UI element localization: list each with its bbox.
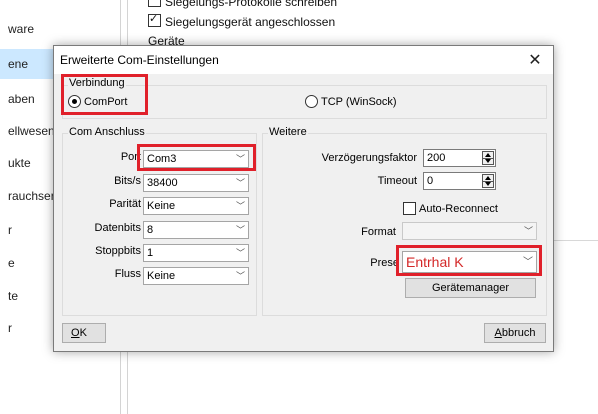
tcp-radio[interactable]: TCP (WinSock) bbox=[305, 95, 397, 108]
auto-reconnect-checkbox[interactable]: Auto-Reconnect bbox=[403, 202, 498, 215]
flow-select[interactable]: Keine ﹀ bbox=[143, 267, 249, 285]
chevron-down-icon: ﹀ bbox=[235, 201, 245, 211]
preset-select[interactable]: Entrhal K ﹀ bbox=[402, 251, 537, 273]
background-checkbox-protocols[interactable]: Siegelungs-Protokolle schreiben bbox=[148, 0, 337, 9]
radio-selected-icon bbox=[68, 95, 81, 108]
baud-select[interactable]: 38400 ﹀ bbox=[143, 174, 249, 192]
chevron-down-icon: ﹀ bbox=[235, 248, 245, 258]
chevron-down-icon: ﹀ bbox=[235, 271, 245, 281]
checkbox-icon bbox=[148, 0, 161, 7]
preset-label: Prese bbox=[370, 257, 399, 269]
sidebar-item[interactable]: ware bbox=[0, 14, 120, 44]
checkbox-checked-icon: ✓ bbox=[148, 13, 161, 27]
background-checkbox-sealer[interactable]: ✓ Siegelungsgerät angeschlossen bbox=[148, 13, 335, 29]
comport-radio[interactable]: ComPort bbox=[68, 95, 127, 108]
device-manager-button[interactable]: Gerätemanager bbox=[405, 278, 536, 298]
dialog-title: Erweiterte Com-Einstellungen bbox=[60, 53, 219, 67]
connection-group-label: Verbindung bbox=[68, 77, 126, 89]
delay-label: Verzögerungsfaktor bbox=[321, 152, 417, 164]
com-port-group-label: Com Anschluss bbox=[68, 126, 146, 138]
com-settings-dialog: Erweiterte Com-Einstellungen ✕ Verbindun… bbox=[53, 45, 554, 352]
stopbits-select[interactable]: 1 ﹀ bbox=[143, 244, 249, 262]
flow-label: Fluss bbox=[114, 268, 141, 280]
databits-select[interactable]: 8 ﹀ bbox=[143, 221, 249, 239]
parity-label: Parität bbox=[109, 198, 141, 210]
chevron-down-icon: ﹀ bbox=[523, 226, 533, 236]
stopbits-label: Stoppbits bbox=[95, 245, 141, 257]
checkbox-icon bbox=[403, 202, 416, 215]
radio-icon bbox=[305, 95, 318, 108]
chevron-down-icon: ﹀ bbox=[523, 257, 533, 268]
chevron-down-icon: ﹀ bbox=[235, 154, 245, 164]
format-label: Format bbox=[361, 226, 396, 238]
timeout-spinbox[interactable]: 0 bbox=[423, 172, 496, 190]
close-icon[interactable]: ✕ bbox=[525, 50, 545, 70]
delay-spinbox[interactable]: 200 bbox=[423, 149, 496, 167]
baud-label: Bits/s bbox=[114, 175, 141, 187]
format-select[interactable]: ﹀ bbox=[402, 222, 537, 240]
ok-button[interactable]: OK bbox=[62, 323, 106, 343]
timeout-label: Timeout bbox=[377, 175, 417, 187]
chevron-down-icon: ﹀ bbox=[235, 225, 245, 235]
further-group-label: Weitere bbox=[268, 126, 308, 138]
background-separator bbox=[552, 240, 598, 241]
dialog-titlebar[interactable]: Erweiterte Com-Einstellungen ✕ bbox=[54, 46, 553, 74]
port-label: Port bbox=[120, 151, 141, 163]
spin-arrows-icon[interactable] bbox=[482, 151, 494, 165]
cancel-button[interactable]: Abbruch bbox=[484, 323, 546, 343]
databits-label: Datenbits bbox=[94, 222, 141, 234]
chevron-down-icon: ﹀ bbox=[235, 178, 245, 188]
port-select[interactable]: Com3 ﹀ bbox=[143, 150, 249, 168]
spin-arrows-icon[interactable] bbox=[482, 174, 494, 188]
parity-select[interactable]: Keine ﹀ bbox=[143, 197, 249, 215]
